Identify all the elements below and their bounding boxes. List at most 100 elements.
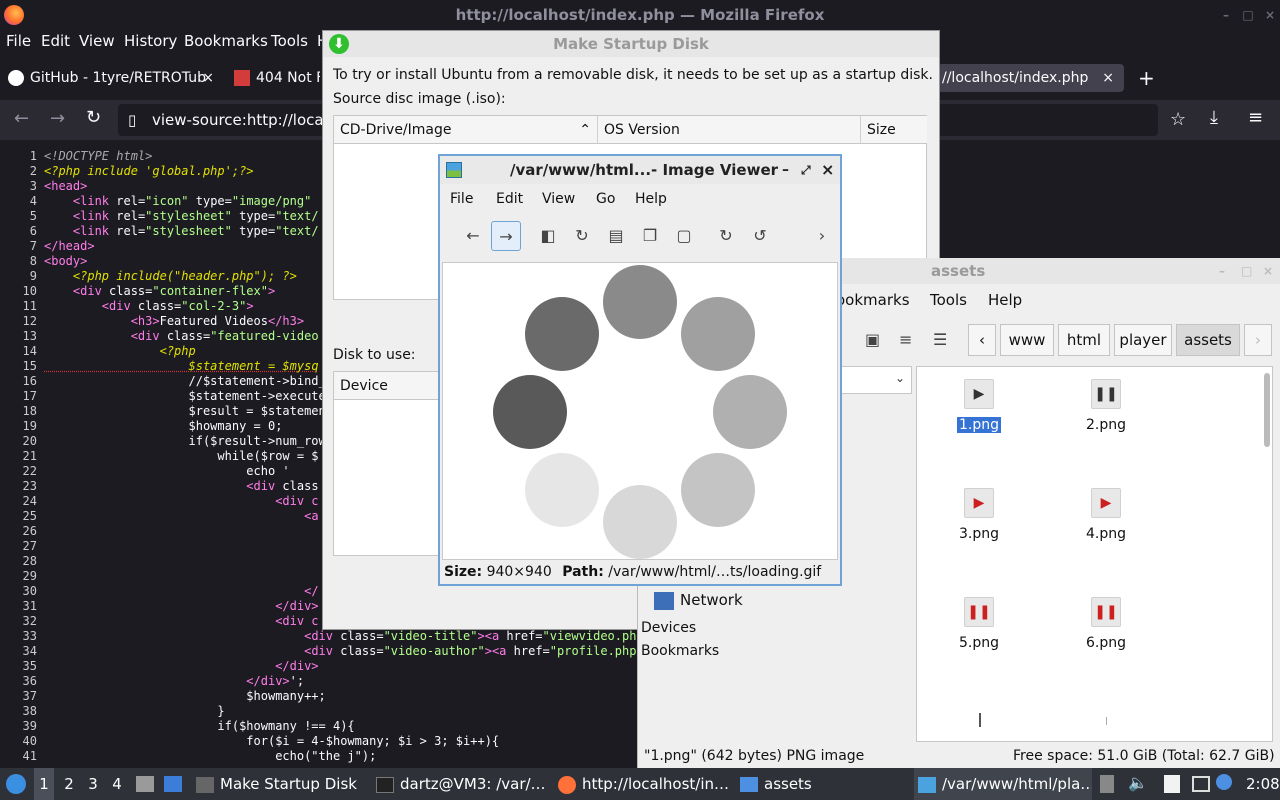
copy-icon[interactable]: ❐ [635, 221, 665, 251]
breadcrumb-html[interactable]: html [1058, 324, 1110, 356]
next-image-icon[interactable]: → [491, 221, 521, 251]
downloads-icon[interactable]: ⤓ [1210, 107, 1218, 128]
file-item[interactable]: ❚❚ 6.png [1056, 597, 1156, 651]
breadcrumb-www[interactable]: www [1000, 324, 1054, 356]
forward-icon[interactable]: → [50, 108, 65, 129]
workspace-1[interactable]: 1 [34, 768, 54, 800]
workspace-2[interactable]: 2 [60, 768, 78, 800]
menu-edit[interactable]: Edit [41, 32, 70, 50]
menu-bookmarks[interactable]: ookmarks [836, 291, 910, 309]
show-desktop-icon[interactable] [164, 776, 182, 792]
minimize-icon[interactable]: – [1220, 9, 1232, 21]
workspace-4[interactable]: 4 [108, 768, 126, 800]
close-icon[interactable]: × [1264, 9, 1276, 21]
close-icon[interactable]: × [821, 156, 834, 184]
tab-404[interactable]: 404 Not F [234, 64, 320, 92]
breadcrumb-assets[interactable]: assets [1176, 324, 1240, 356]
source-token: "viewvideo.ph [542, 629, 637, 643]
tab-close-icon[interactable]: × [1102, 64, 1114, 92]
side-pane-dropdown[interactable]: ⌄ [840, 366, 912, 394]
breadcrumb-back-button[interactable]: ‹ [968, 324, 996, 356]
task-assets[interactable]: assets [736, 768, 910, 800]
more-tools-chevron-icon[interactable]: › [807, 221, 837, 251]
source-token: </div> [246, 674, 290, 688]
file-item[interactable]: ❚❚ 2.png [1056, 379, 1156, 433]
file-item[interactable]: ▶ 1.png [929, 379, 1029, 433]
source-token: $statement->execute [44, 389, 326, 403]
source-token: if($howmany !== 4){ [44, 719, 355, 733]
maximize-icon[interactable]: □ [1241, 258, 1252, 284]
col-size[interactable]: Size [861, 116, 927, 144]
menu-view[interactable]: View [542, 191, 575, 207]
menu-bookmarks[interactable]: Bookmarks [184, 32, 268, 50]
menu-file[interactable]: File [6, 32, 31, 50]
back-icon[interactable]: ← [14, 108, 29, 129]
reload-icon[interactable]: ↻ [86, 107, 101, 128]
menu-help[interactable]: Help [635, 191, 667, 207]
app-menu-icon[interactable]: ≡ [1248, 107, 1263, 128]
tab-github[interactable]: GitHub - 1tyre/RETROTub × [8, 64, 224, 92]
source-token: class= [109, 284, 153, 298]
rotate-clockwise-icon[interactable]: ↻ [711, 221, 741, 251]
menu-file[interactable]: File [450, 191, 473, 207]
rotate-counterclockwise-icon[interactable]: ↺ [745, 221, 775, 251]
startup-disk-titlebar[interactable]: ⬇ Make Startup Disk [323, 31, 939, 57]
compact-view-icon[interactable]: ≡ [899, 330, 912, 349]
image-canvas[interactable] [442, 262, 838, 560]
col-cd-drive[interactable]: CD-Drive/Image ⌃ [334, 116, 598, 144]
network-tray-icon[interactable] [1192, 776, 1210, 792]
breadcrumb-forward-button[interactable]: › [1244, 324, 1272, 356]
tab-close-icon[interactable]: × [202, 64, 214, 92]
menu-go[interactable]: Go [596, 191, 615, 207]
image-viewer-title: /var/www/html...- Image Viewer [510, 161, 779, 179]
updates-tray-icon[interactable] [1100, 775, 1114, 793]
notification-tray-icon[interactable] [1216, 774, 1232, 790]
menu-view[interactable]: View [79, 32, 115, 50]
maximize-icon[interactable]: □ [1242, 9, 1254, 21]
close-icon[interactable]: × [1263, 258, 1273, 284]
tab-localhost[interactable]: //localhost/index.php × [938, 64, 1124, 92]
line-number: 10 [22, 284, 37, 298]
previous-image-icon[interactable]: ← [458, 221, 488, 251]
task-image-viewer[interactable]: /var/www/html/pla… [914, 768, 1092, 800]
workspace-3[interactable]: 3 [84, 768, 102, 800]
clipboard-tray-icon[interactable] [1164, 775, 1180, 793]
source-token: class= [137, 299, 182, 313]
firefox-titlebar[interactable]: http://localhost/index.php — Mozilla Fir… [0, 0, 1280, 30]
menu-tools[interactable]: Tools [930, 291, 967, 309]
icon-view-icon[interactable]: ▣ [865, 330, 880, 349]
file-list-pane[interactable]: ▶ 1.png ❚❚ 2.png ▶ 3.png ▶ 4.png ❚❚ 5.png ❚❚ 6.png [916, 366, 1273, 742]
open-file-icon[interactable]: ◧ [533, 221, 563, 251]
task-firefox[interactable]: http://localhost/in… [554, 768, 732, 800]
line-number: 4 [29, 194, 37, 208]
reload-icon[interactable]: ↻ [567, 221, 597, 251]
source-token [44, 314, 131, 328]
task-make-startup-disk[interactable]: Make Startup Disk [192, 768, 368, 800]
file-item[interactable]: ▶ 3.png [929, 488, 1029, 542]
menu-help[interactable]: Help [988, 291, 1022, 309]
scrollbar[interactable] [1264, 373, 1270, 447]
source-token [44, 659, 275, 673]
minimize-icon[interactable]: – [1219, 258, 1225, 284]
paste-icon[interactable]: ▢ [669, 221, 699, 251]
bookmark-star-icon[interactable]: ☆ [1170, 104, 1186, 136]
menu-history[interactable]: History [124, 32, 177, 50]
list-view-icon[interactable]: ☰ [933, 330, 947, 349]
save-icon[interactable]: ▤ [601, 221, 631, 251]
start-menu-icon[interactable] [6, 774, 26, 794]
side-item-network[interactable]: Network [654, 591, 743, 610]
source-token: ><a [484, 644, 514, 658]
maximize-icon[interactable]: ⤢ [801, 156, 811, 184]
file-manager-launcher-icon[interactable] [136, 776, 154, 792]
new-tab-icon[interactable]: + [1138, 66, 1155, 90]
task-terminal[interactable]: dartz@VM3: /var/… [372, 768, 550, 800]
volume-tray-icon[interactable]: 🔈 [1128, 773, 1148, 792]
breadcrumb-player[interactable]: player [1114, 324, 1172, 356]
menu-tools[interactable]: Tools [271, 32, 308, 50]
minimize-icon[interactable]: – [782, 156, 789, 184]
file-item[interactable]: ❚❚ 5.png [929, 597, 1029, 651]
image-viewer-titlebar[interactable]: /var/www/html...- Image Viewer – ⤢ × [440, 156, 840, 184]
menu-edit[interactable]: Edit [496, 191, 523, 207]
col-os-version[interactable]: OS Version [598, 116, 861, 144]
file-item[interactable]: ▶ 4.png [1056, 488, 1156, 542]
